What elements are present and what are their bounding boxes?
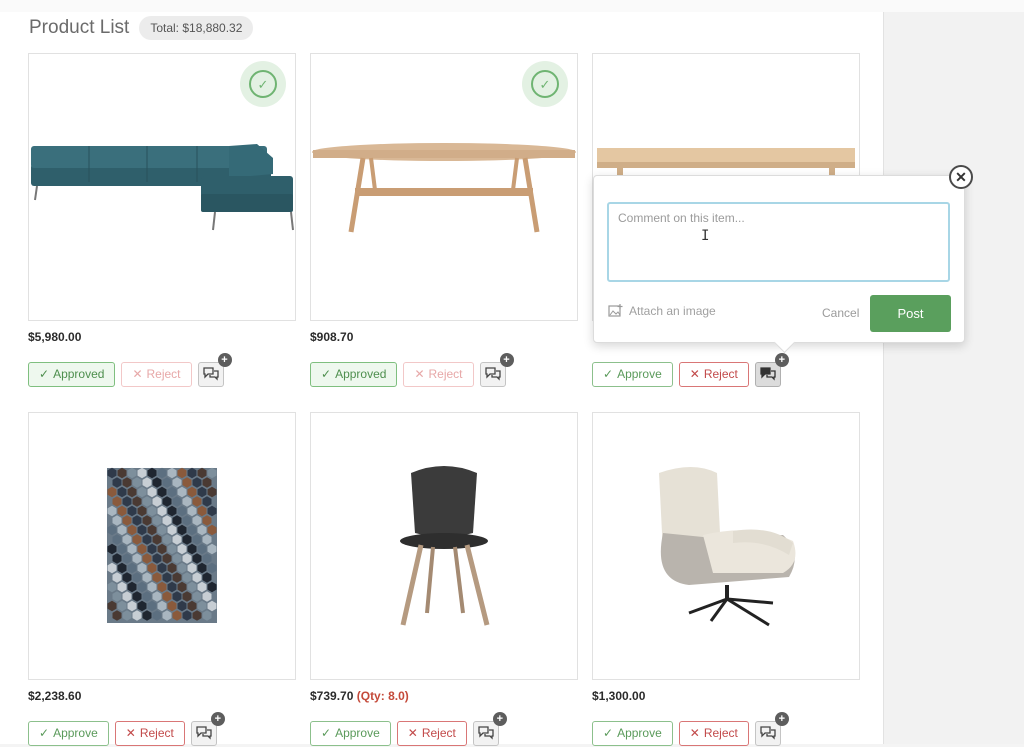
comments-icon [760,726,776,740]
product-price: $2,238.60 [28,689,82,703]
product-card: ✓ $908.70 ✓ Approved ✕ Reject + [310,53,578,388]
plus-icon: + [774,711,789,726]
page-header: Product List Total: $18,880.32 [29,16,254,40]
right-pane [884,12,1024,744]
approved-check-icon: ✓ [240,61,286,107]
reject-button[interactable]: ✕ Reject [396,720,467,746]
product-card: ✓ $5,980.00 ✓ Approved ✕ Reject + [28,53,296,388]
check-icon: ✓ [39,367,50,381]
check-icon: ✓ [603,726,614,740]
approve-button[interactable]: ✓ Approve [592,720,673,746]
check-icon: ✓ [321,726,332,740]
quantity-label: (Qty: 8.0) [356,689,409,703]
text-cursor-icon: I [701,228,710,244]
plus-icon: + [774,352,789,367]
lounge-chair-image [659,467,796,627]
x-icon: ✕ [414,367,425,381]
cancel-button[interactable]: Cancel [822,306,859,320]
image-attach-icon [608,304,623,317]
comment-button[interactable]: + [190,711,225,746]
product-card: $1,300.00 ✓ Approve ✕ Reject + [592,412,860,747]
approve-button[interactable]: ✓ Approve [592,361,673,387]
product-image[interactable] [28,412,296,680]
attach-image-link[interactable]: Attach an image [608,304,716,318]
comments-icon [202,367,219,381]
comments-icon [478,726,494,740]
reject-button[interactable]: ✕ Reject [121,361,192,387]
product-price: $1,300.00 [592,689,646,703]
plus-icon: + [499,352,514,367]
comment-button[interactable]: + [472,711,507,746]
product-card: $2,238.60 ✓ Approve ✕ Reject + [28,412,296,747]
hexagon-rug-image [107,467,217,623]
comments-icon [196,726,212,740]
page-title: Product List [29,17,130,38]
total-badge: Total: $18,880.32 [139,16,254,40]
close-icon[interactable]: ✕ [949,165,973,189]
product-price: $739.70 (Qty: 8.0) [310,689,409,703]
comment-input[interactable] [607,202,950,282]
post-button[interactable]: Post [870,295,951,332]
product-image[interactable] [592,412,860,680]
comment-button[interactable]: + [197,352,232,387]
dining-chair-image [400,466,490,626]
comment-button[interactable]: + [754,711,789,746]
approve-button[interactable]: ✓ Approved [310,361,398,387]
x-icon: ✕ [407,726,418,740]
check-icon: ✓ [603,367,614,381]
product-image[interactable] [310,412,578,680]
x-icon: ✕ [689,367,700,381]
x-icon: ✕ [689,726,700,740]
plus-icon: + [210,711,225,726]
plus-icon: + [217,352,232,367]
product-image[interactable]: ✓ [310,53,578,321]
reject-button[interactable]: ✕ Reject [678,720,749,746]
comment-popover: I Attach an image Cancel Post [593,175,965,354]
reject-button[interactable]: ✕ Reject [678,361,749,387]
comment-button[interactable]: + [754,352,789,387]
product-card: $739.70 (Qty: 8.0) ✓ Approve ✕ Reject + [310,412,578,747]
check-icon: ✓ [321,367,332,381]
check-icon: ✓ [39,726,50,740]
comments-icon [484,367,501,381]
x-icon: ✕ [125,726,136,740]
approved-check-icon: ✓ [522,61,568,107]
comments-icon [760,367,776,381]
approve-button[interactable]: ✓ Approve [28,720,109,746]
product-price: $5,980.00 [28,330,82,344]
x-icon: ✕ [132,367,143,381]
reject-button[interactable]: ✕ Reject [403,361,474,387]
approve-button[interactable]: ✓ Approved [28,361,116,387]
approve-button[interactable]: ✓ Approve [310,720,391,746]
product-price: $908.70 [310,330,354,344]
product-image[interactable]: ✓ [28,53,296,321]
plus-icon: + [492,711,507,726]
comment-button[interactable]: + [479,352,514,387]
reject-button[interactable]: ✕ Reject [114,720,185,746]
